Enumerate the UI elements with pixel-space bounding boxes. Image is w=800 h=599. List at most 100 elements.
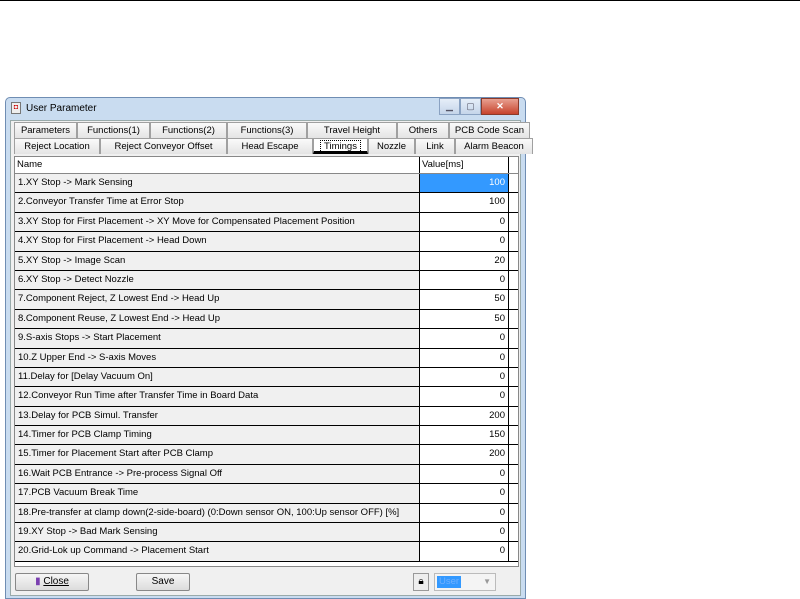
param-name: 16.Wait PCB Entrance -> Pre-process Sign…: [15, 464, 420, 484]
param-name: 5.XY Stop -> Image Scan: [15, 251, 420, 270]
param-value[interactable]: 200: [420, 445, 509, 464]
table-row[interactable]: 15.Timer for Placement Start after PCB C…: [15, 445, 518, 465]
user-level-select[interactable]: User ▼: [434, 573, 496, 591]
param-name: 2.Conveyor Transfer Time at Error Stop: [15, 193, 420, 212]
window-title: User Parameter: [26, 103, 97, 114]
param-name: 17.PCB Vacuum Break Time: [15, 484, 420, 503]
table-row[interactable]: 16.Wait PCB Entrance -> Pre-process Sign…: [15, 464, 518, 485]
param-name: 1.XY Stop -> Mark Sensing: [15, 174, 420, 193]
param-value[interactable]: 0: [420, 542, 509, 561]
table-row[interactable]: 7.Component Reject, Z Lowest End -> Head…: [15, 290, 518, 310]
table-row[interactable]: 20.Grid-Lok up Command -> Placement Star…: [15, 542, 518, 562]
param-value[interactable]: 0: [420, 387, 509, 406]
bottom-bar: ▮ Close Save 🔒︎ User ▼: [11, 571, 520, 597]
param-name: 3.XY Stop for First Placement -> XY Move…: [15, 212, 420, 232]
tab-functions-2[interactable]: Functions(2): [150, 122, 227, 138]
minimize-button[interactable]: ▁: [439, 98, 460, 115]
tab-label: Functions(1): [87, 125, 140, 136]
tab-travel-height[interactable]: Travel Height: [307, 122, 397, 138]
title-bar[interactable]: ◘ User Parameter ▁ ▢ ✕: [6, 98, 525, 119]
table-row[interactable]: 17.PCB Vacuum Break Time 0: [15, 484, 518, 504]
close-window-button[interactable]: ✕: [481, 98, 519, 115]
tab-link[interactable]: Link: [415, 138, 455, 154]
param-name: 7.Component Reject, Z Lowest End -> Head…: [15, 290, 420, 309]
tab-label: Others: [408, 125, 438, 136]
param-value[interactable]: 0: [420, 523, 509, 542]
param-value[interactable]: 100: [420, 174, 509, 193]
table-row[interactable]: 6.XY Stop -> Detect Nozzle 0: [15, 270, 518, 291]
tab-label: Functions(3): [240, 125, 294, 136]
save-button[interactable]: Save: [136, 573, 190, 591]
tab-row-1: Parameters Functions(1) Functions(2) Functi…: [14, 122, 530, 138]
param-name: 6.XY Stop -> Detect Nozzle: [15, 270, 420, 290]
header-name: Name: [15, 157, 420, 173]
table-row[interactable]: 10.Z Upper End -> S-axis Moves 0: [15, 348, 518, 368]
tab-timings[interactable]: Timings: [313, 138, 368, 154]
param-value[interactable]: 0: [420, 484, 509, 503]
param-name: 18.Pre-transfer at clamp down(2-side-boa…: [15, 503, 420, 523]
tab-label: Timings: [320, 140, 361, 153]
tab-functions-1[interactable]: Functions(1): [77, 122, 150, 138]
tab-label: Head Escape: [241, 141, 299, 152]
table-row[interactable]: 19.XY Stop -> Bad Mark Sensing 0: [15, 523, 518, 543]
param-value[interactable]: 100: [420, 193, 509, 212]
tab-nozzle[interactable]: Nozzle: [368, 138, 415, 154]
tab-label: Alarm Beacon: [464, 141, 524, 152]
table-row[interactable]: 3.XY Stop for First Placement -> XY Move…: [15, 212, 518, 233]
tab-functions-3[interactable]: Functions(3): [227, 122, 307, 138]
param-name: 4.XY Stop for First Placement -> Head Do…: [15, 232, 420, 251]
tab-head-escape[interactable]: Head Escape: [227, 138, 313, 154]
tab-others[interactable]: Others: [397, 122, 449, 138]
param-value[interactable]: 0: [420, 503, 509, 523]
lock-icon[interactable]: 🔒︎: [413, 573, 429, 591]
param-value[interactable]: 50: [420, 309, 509, 329]
param-name: 20.Grid-Lok up Command -> Placement Star…: [15, 542, 420, 561]
table-row[interactable]: 18.Pre-transfer at clamp down(2-side-boa…: [15, 503, 518, 524]
param-name: 12.Conveyor Run Time after Transfer Time…: [15, 387, 420, 406]
param-name: 19.XY Stop -> Bad Mark Sensing: [15, 523, 420, 542]
param-name: 9.S-axis Stops -> Start Placement: [15, 329, 420, 348]
table-row[interactable]: 4.XY Stop for First Placement -> Head Do…: [15, 232, 518, 252]
table-row[interactable]: 11.Delay for [Delay Vacuum On] 0: [15, 367, 518, 388]
param-value[interactable]: 50: [420, 290, 509, 309]
header-value: Value[ms]: [420, 157, 509, 173]
app-icon: ◘: [11, 102, 21, 114]
table-row[interactable]: 8.Component Reuse, Z Lowest End -> Head …: [15, 309, 518, 330]
maximize-button[interactable]: ▢: [460, 98, 481, 115]
param-name: 15.Timer for Placement Start after PCB C…: [15, 445, 420, 464]
timings-table[interactable]: Name Value[ms] 1.XY Stop -> Mark Sensing…: [14, 156, 519, 567]
param-value[interactable]: 0: [420, 464, 509, 484]
param-value[interactable]: 0: [420, 348, 509, 367]
param-name: 8.Component Reuse, Z Lowest End -> Head …: [15, 309, 420, 329]
tab-alarm-beacon[interactable]: Alarm Beacon: [455, 138, 533, 154]
table-row[interactable]: 14.Timer for PCB Clamp Timing 150: [15, 426, 518, 446]
tab-label: Travel Height: [323, 125, 381, 136]
param-value[interactable]: 150: [420, 426, 509, 445]
param-value[interactable]: 0: [420, 270, 509, 290]
table-row[interactable]: 12.Conveyor Run Time after Transfer Time…: [15, 387, 518, 407]
table-row[interactable]: 2.Conveyor Transfer Time at Error Stop 10…: [15, 193, 518, 213]
param-value[interactable]: 0: [420, 232, 509, 251]
close-button[interactable]: ▮ Close: [15, 573, 89, 591]
tab-pcb-code-scan[interactable]: PCB Code Scan: [449, 122, 530, 138]
param-value[interactable]: 20: [420, 251, 509, 270]
tab-reject-conveyor-offset[interactable]: Reject Conveyor Offset: [100, 138, 227, 154]
tab-label: PCB Code Scan: [454, 125, 525, 136]
tab-label: Reject Conveyor Offset: [114, 141, 213, 152]
table-row[interactable]: 5.XY Stop -> Image Scan 20: [15, 251, 518, 271]
tab-label: Link: [426, 141, 444, 152]
tab-label: Reject Location: [24, 141, 90, 152]
user-level-value: User: [437, 576, 462, 588]
table-row[interactable]: 9.S-axis Stops -> Start Placement 0: [15, 329, 518, 349]
param-name: 11.Delay for [Delay Vacuum On]: [15, 367, 420, 387]
table-row[interactable]: 1.XY Stop -> Mark Sensing 100: [15, 174, 518, 194]
param-value[interactable]: 0: [420, 367, 509, 387]
table-row[interactable]: 13.Delay for PCB Simul. Transfer 200: [15, 406, 518, 427]
tab-reject-location[interactable]: Reject Location: [14, 138, 100, 154]
param-value[interactable]: 0: [420, 212, 509, 232]
param-name: 14.Timer for PCB Clamp Timing: [15, 426, 420, 445]
tab-row-2: Reject Location Reject Conveyor Offset Hea…: [14, 138, 533, 154]
param-value[interactable]: 200: [420, 406, 509, 426]
tab-parameters[interactable]: Parameters: [14, 122, 77, 138]
param-value[interactable]: 0: [420, 329, 509, 348]
